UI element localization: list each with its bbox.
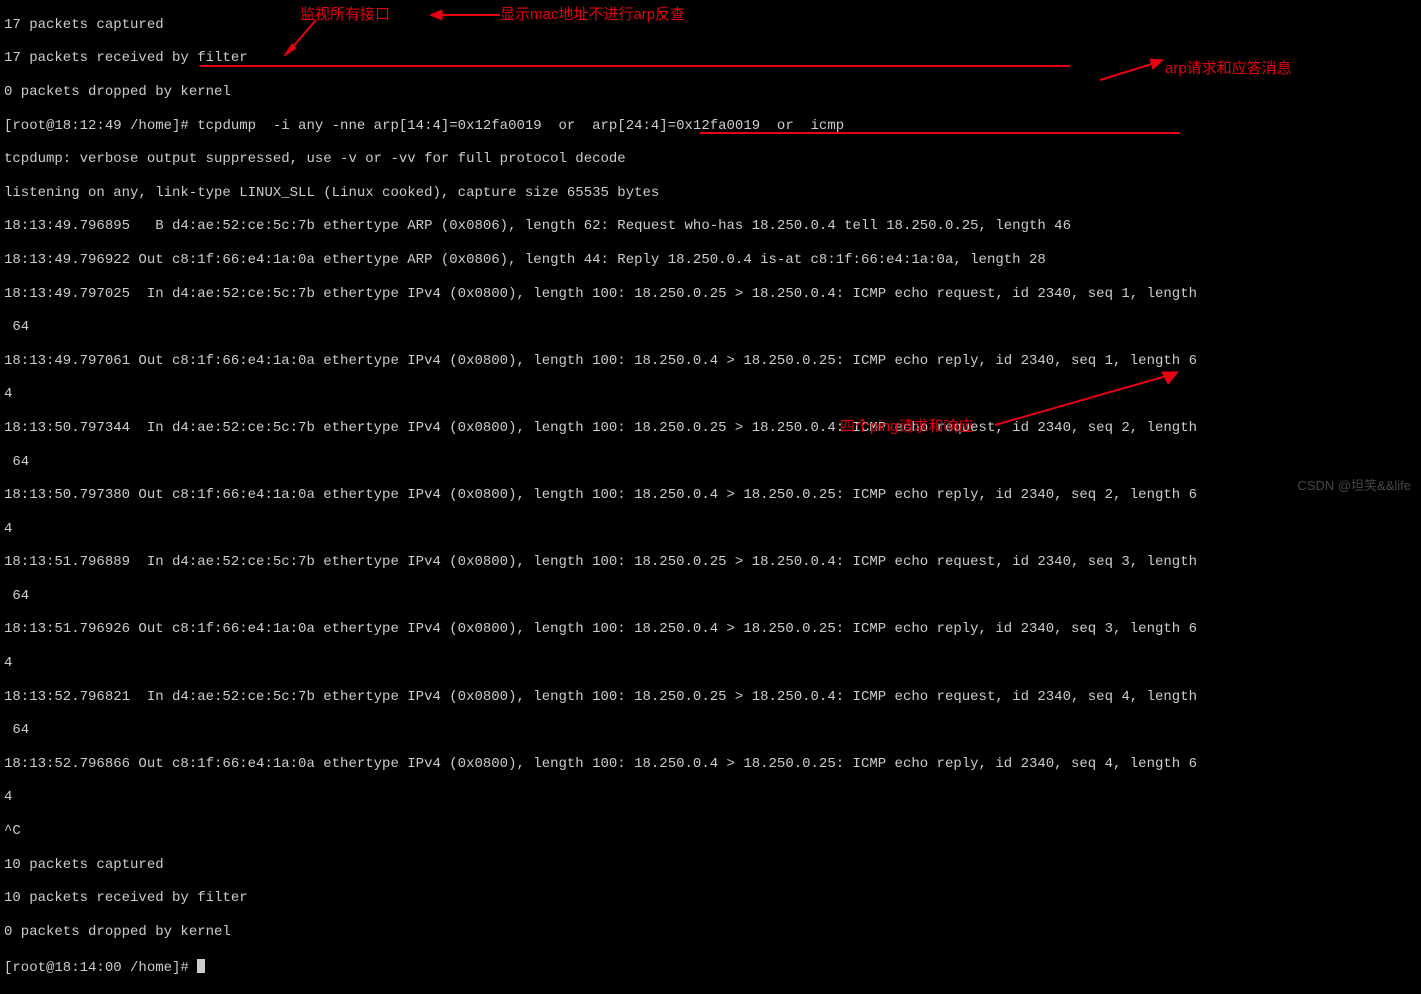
output-line: 10 packets captured <box>4 857 1197 874</box>
output-line: 18:13:49.797025 In d4:ae:52:ce:5c:7b eth… <box>4 286 1197 303</box>
watermark: CSDN @坦笑&&life <box>1297 478 1411 494</box>
annotation-four-ping: 四个ping请求和响应 <box>840 418 973 436</box>
output-line: 4 <box>4 789 1197 806</box>
output-line: 18:13:52.796821 In d4:ae:52:ce:5c:7b eth… <box>4 689 1197 706</box>
output-line: 4 <box>4 655 1197 672</box>
output-line: tcpdump: verbose output suppressed, use … <box>4 151 1197 168</box>
prompt-line[interactable]: [root@18:14:00 /home]# <box>4 957 1197 977</box>
output-line: 18:13:49.796922 Out c8:1f:66:e4:1a:0a et… <box>4 252 1197 269</box>
output-line: 18:13:51.796889 In d4:ae:52:ce:5c:7b eth… <box>4 554 1197 571</box>
cursor-icon <box>197 959 205 973</box>
underline-arp-reply <box>700 132 1180 134</box>
output-line: 18:13:49.796895 B d4:ae:52:ce:5c:7b ethe… <box>4 218 1197 235</box>
arrow-icon <box>1095 55 1165 85</box>
output-line: listening on any, link-type LINUX_SLL (L… <box>4 185 1197 202</box>
output-line: ^C <box>4 823 1197 840</box>
annotation-show-mac-no-arp: 显示mac地址不进行arp反查 <box>500 6 685 24</box>
output-line: 10 packets received by filter <box>4 890 1197 907</box>
output-line: 64 <box>4 454 1197 471</box>
arrow-icon <box>284 18 324 58</box>
output-line: 0 packets dropped by kernel <box>4 84 1197 101</box>
prompt: [root@18:14:00 /home]# <box>4 960 197 976</box>
underline-command <box>200 65 1070 67</box>
output-line: 0 packets dropped by kernel <box>4 924 1197 941</box>
output-line: 4 <box>4 521 1197 538</box>
output-line: 18:13:51.796926 Out c8:1f:66:e4:1a:0a et… <box>4 621 1197 638</box>
arrow-icon <box>430 8 502 22</box>
output-line: 18:13:49.797061 Out c8:1f:66:e4:1a:0a et… <box>4 353 1197 370</box>
output-line: 64 <box>4 588 1197 605</box>
arrow-icon <box>990 370 1180 430</box>
prompt: [root@18:12:49 /home]# <box>4 118 197 134</box>
terminal-output: 17 packets captured 17 packets received … <box>0 0 1201 994</box>
output-line: 64 <box>4 722 1197 739</box>
output-line: 18:13:52.796866 Out c8:1f:66:e4:1a:0a et… <box>4 756 1197 773</box>
output-line: 64 <box>4 319 1197 336</box>
output-line: 18:13:50.797380 Out c8:1f:66:e4:1a:0a et… <box>4 487 1197 504</box>
annotation-arp-req-reply: arp请求和应答消息 <box>1165 60 1292 78</box>
